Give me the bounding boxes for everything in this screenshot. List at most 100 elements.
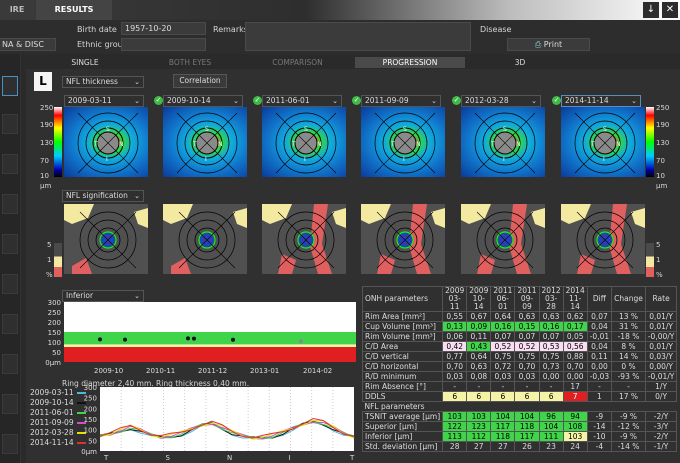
exam-date-dropdown[interactable]: 2012-03-28 13:27:36⌄ bbox=[461, 95, 541, 115]
remarks-field[interactable] bbox=[245, 22, 471, 51]
row-value: 0,11 bbox=[466, 331, 492, 342]
row-change: -18 % bbox=[611, 331, 646, 342]
nfl-significance-map[interactable] bbox=[461, 204, 545, 274]
nfl-thickness-map[interactable]: T N S I bbox=[561, 107, 645, 177]
exam-date-dropdown[interactable]: 2014-11-14 14:52:33⌄ bbox=[561, 95, 641, 115]
nfl-header-cell: NFL parameters bbox=[364, 402, 425, 411]
row-value: 0,07 bbox=[490, 331, 516, 342]
nfl-thickness-map[interactable]: T N S I bbox=[163, 107, 247, 177]
row-value: 117 bbox=[514, 431, 540, 442]
sidebar-button[interactable] bbox=[2, 194, 18, 214]
sidebar-button[interactable] bbox=[2, 76, 18, 96]
trend-point[interactable] bbox=[299, 339, 303, 344]
birth-date-field[interactable]: 1957-10-20 bbox=[121, 22, 206, 35]
nfl-significance-map[interactable] bbox=[262, 204, 346, 274]
trend-point[interactable] bbox=[186, 336, 190, 341]
trend-point[interactable] bbox=[231, 337, 235, 342]
exam-date-dropdown[interactable]: 2011-06-01 13:41:14⌄ bbox=[262, 95, 342, 115]
row-value: 0,70 bbox=[562, 361, 588, 372]
nfl-significance-map[interactable] bbox=[64, 204, 148, 274]
tab-single[interactable]: SINGLE bbox=[30, 57, 140, 68]
exam-date-dropdown[interactable]: 2011-09-09 11:16:39⌄ bbox=[361, 95, 441, 115]
table-row: Rim Volume [mm³] 0,06 0,11 0,07 0,07 0,07 0,05… bbox=[361, 331, 678, 342]
sidebar-button[interactable] bbox=[2, 274, 18, 294]
sidebar-button[interactable] bbox=[2, 354, 18, 374]
trend-point[interactable] bbox=[192, 336, 196, 341]
table-row: R/D minimum 0,03 0,08 0,03 0,03 0,00 0,00 -0,03… bbox=[361, 371, 678, 382]
exam-date-dropdown[interactable]: 2009-10-14 15:48:45⌄ bbox=[163, 95, 243, 115]
sidebar-button[interactable] bbox=[2, 394, 18, 414]
trend-point[interactable] bbox=[123, 337, 127, 342]
exam-date-dropdown[interactable]: 2009-03-11 14:44:40⌄ bbox=[64, 95, 144, 115]
row-value: 0,03 bbox=[490, 371, 516, 382]
row-value: - bbox=[538, 381, 564, 392]
thickness-overlay: T N S I bbox=[474, 112, 536, 174]
trend-y-tick: 250 bbox=[48, 309, 61, 317]
disease-label: Disease bbox=[480, 25, 512, 34]
thickness-overlay: T N S I bbox=[574, 112, 636, 174]
map-type-dropdown[interactable]: NFL thickness ⌄ bbox=[62, 76, 144, 88]
print-button[interactable]: ⎙ Print bbox=[507, 38, 590, 51]
left-sidebar bbox=[0, 54, 21, 463]
profile-y-tick: 300 bbox=[84, 385, 97, 392]
sidebar-button[interactable] bbox=[2, 434, 18, 454]
tab-3d[interactable]: 3D bbox=[465, 57, 575, 68]
nfl-thickness-map[interactable]: T N S I bbox=[361, 107, 445, 177]
nfl-significance-map[interactable] bbox=[361, 204, 445, 274]
thickness-scale-label: 190 bbox=[40, 121, 54, 129]
trend-y-tick: 150 bbox=[48, 329, 61, 337]
row-diff: 0,00 bbox=[586, 361, 613, 372]
row-value: 117 bbox=[490, 421, 516, 432]
nfl-significance-map[interactable] bbox=[163, 204, 247, 274]
svg-text:N: N bbox=[218, 141, 223, 148]
sidebar-button[interactable] bbox=[2, 154, 18, 174]
trend-x-tick: 2013-01 bbox=[250, 367, 279, 375]
row-value: 0,42 bbox=[442, 341, 468, 352]
table-header-cell: 2012 03-28 bbox=[538, 286, 564, 312]
row-value: 0,62 bbox=[562, 311, 588, 322]
thickness-colorbar-right bbox=[646, 107, 654, 177]
normal-band bbox=[64, 332, 356, 345]
tab-both-eyes[interactable]: BOTH EYES bbox=[140, 57, 240, 68]
row-value: 0,03 bbox=[514, 371, 540, 382]
significance-overlay bbox=[163, 204, 247, 274]
correlation-button[interactable]: Correlation bbox=[173, 74, 227, 88]
download-icon[interactable]: ↓ bbox=[643, 2, 659, 18]
row-value: 0,75 bbox=[538, 351, 564, 362]
thickness-overlay: T N S I bbox=[176, 112, 238, 174]
nfl-thickness-map[interactable]: T N S I bbox=[262, 107, 346, 177]
row-value: 26 bbox=[514, 441, 540, 452]
sig-scale-unit-right: % bbox=[656, 271, 663, 279]
thickness-scale-label: μm bbox=[40, 182, 52, 190]
table-header-cell: 2011 09-09 bbox=[514, 286, 540, 312]
sidebar-button[interactable] bbox=[2, 234, 18, 254]
trend-sector-value: Inferior bbox=[66, 291, 94, 300]
row-value: 17 bbox=[562, 381, 588, 392]
table-header-cell: ONH parameters bbox=[361, 286, 444, 312]
nfl-significance-map[interactable] bbox=[561, 204, 645, 274]
row-label: C/D horizontal bbox=[361, 361, 444, 372]
trend-x-tick: 2009-10 bbox=[94, 367, 123, 375]
profile-y-tick: 200 bbox=[84, 405, 97, 413]
ethnic-group-field[interactable] bbox=[121, 38, 206, 51]
row-value: 0,16 bbox=[538, 321, 564, 332]
sidebar-button[interactable] bbox=[2, 314, 18, 334]
row-value: 113 bbox=[442, 431, 468, 442]
tab-progression[interactable]: PROGRESSION bbox=[355, 57, 465, 68]
row-diff: -9 bbox=[586, 411, 613, 422]
printer-icon: ⎙ bbox=[534, 40, 542, 49]
thickness-scale-label: 10 bbox=[656, 172, 665, 180]
chevron-down-icon: ⌄ bbox=[431, 97, 437, 105]
row-value: 0,75 bbox=[490, 351, 516, 362]
nfl-thickness-map[interactable]: T N S I bbox=[64, 107, 148, 177]
significance-dropdown[interactable]: NFL signification ⌄ bbox=[62, 190, 144, 202]
nfl-thickness-map[interactable]: T N S I bbox=[461, 107, 545, 177]
table-row: DDLS 6 6 6 6 6 7 1 17 % 0/Y bbox=[361, 391, 678, 402]
chevron-down-icon: ⌄ bbox=[531, 97, 537, 105]
trend-point[interactable] bbox=[98, 337, 102, 342]
tab-results[interactable]: RESULTS bbox=[36, 0, 112, 20]
tab-comparison[interactable]: COMPARISON bbox=[240, 57, 355, 68]
sidebar-button[interactable] bbox=[2, 114, 18, 134]
close-icon[interactable]: ✕ bbox=[662, 2, 678, 18]
tab-ire[interactable]: IRE bbox=[0, 0, 34, 20]
